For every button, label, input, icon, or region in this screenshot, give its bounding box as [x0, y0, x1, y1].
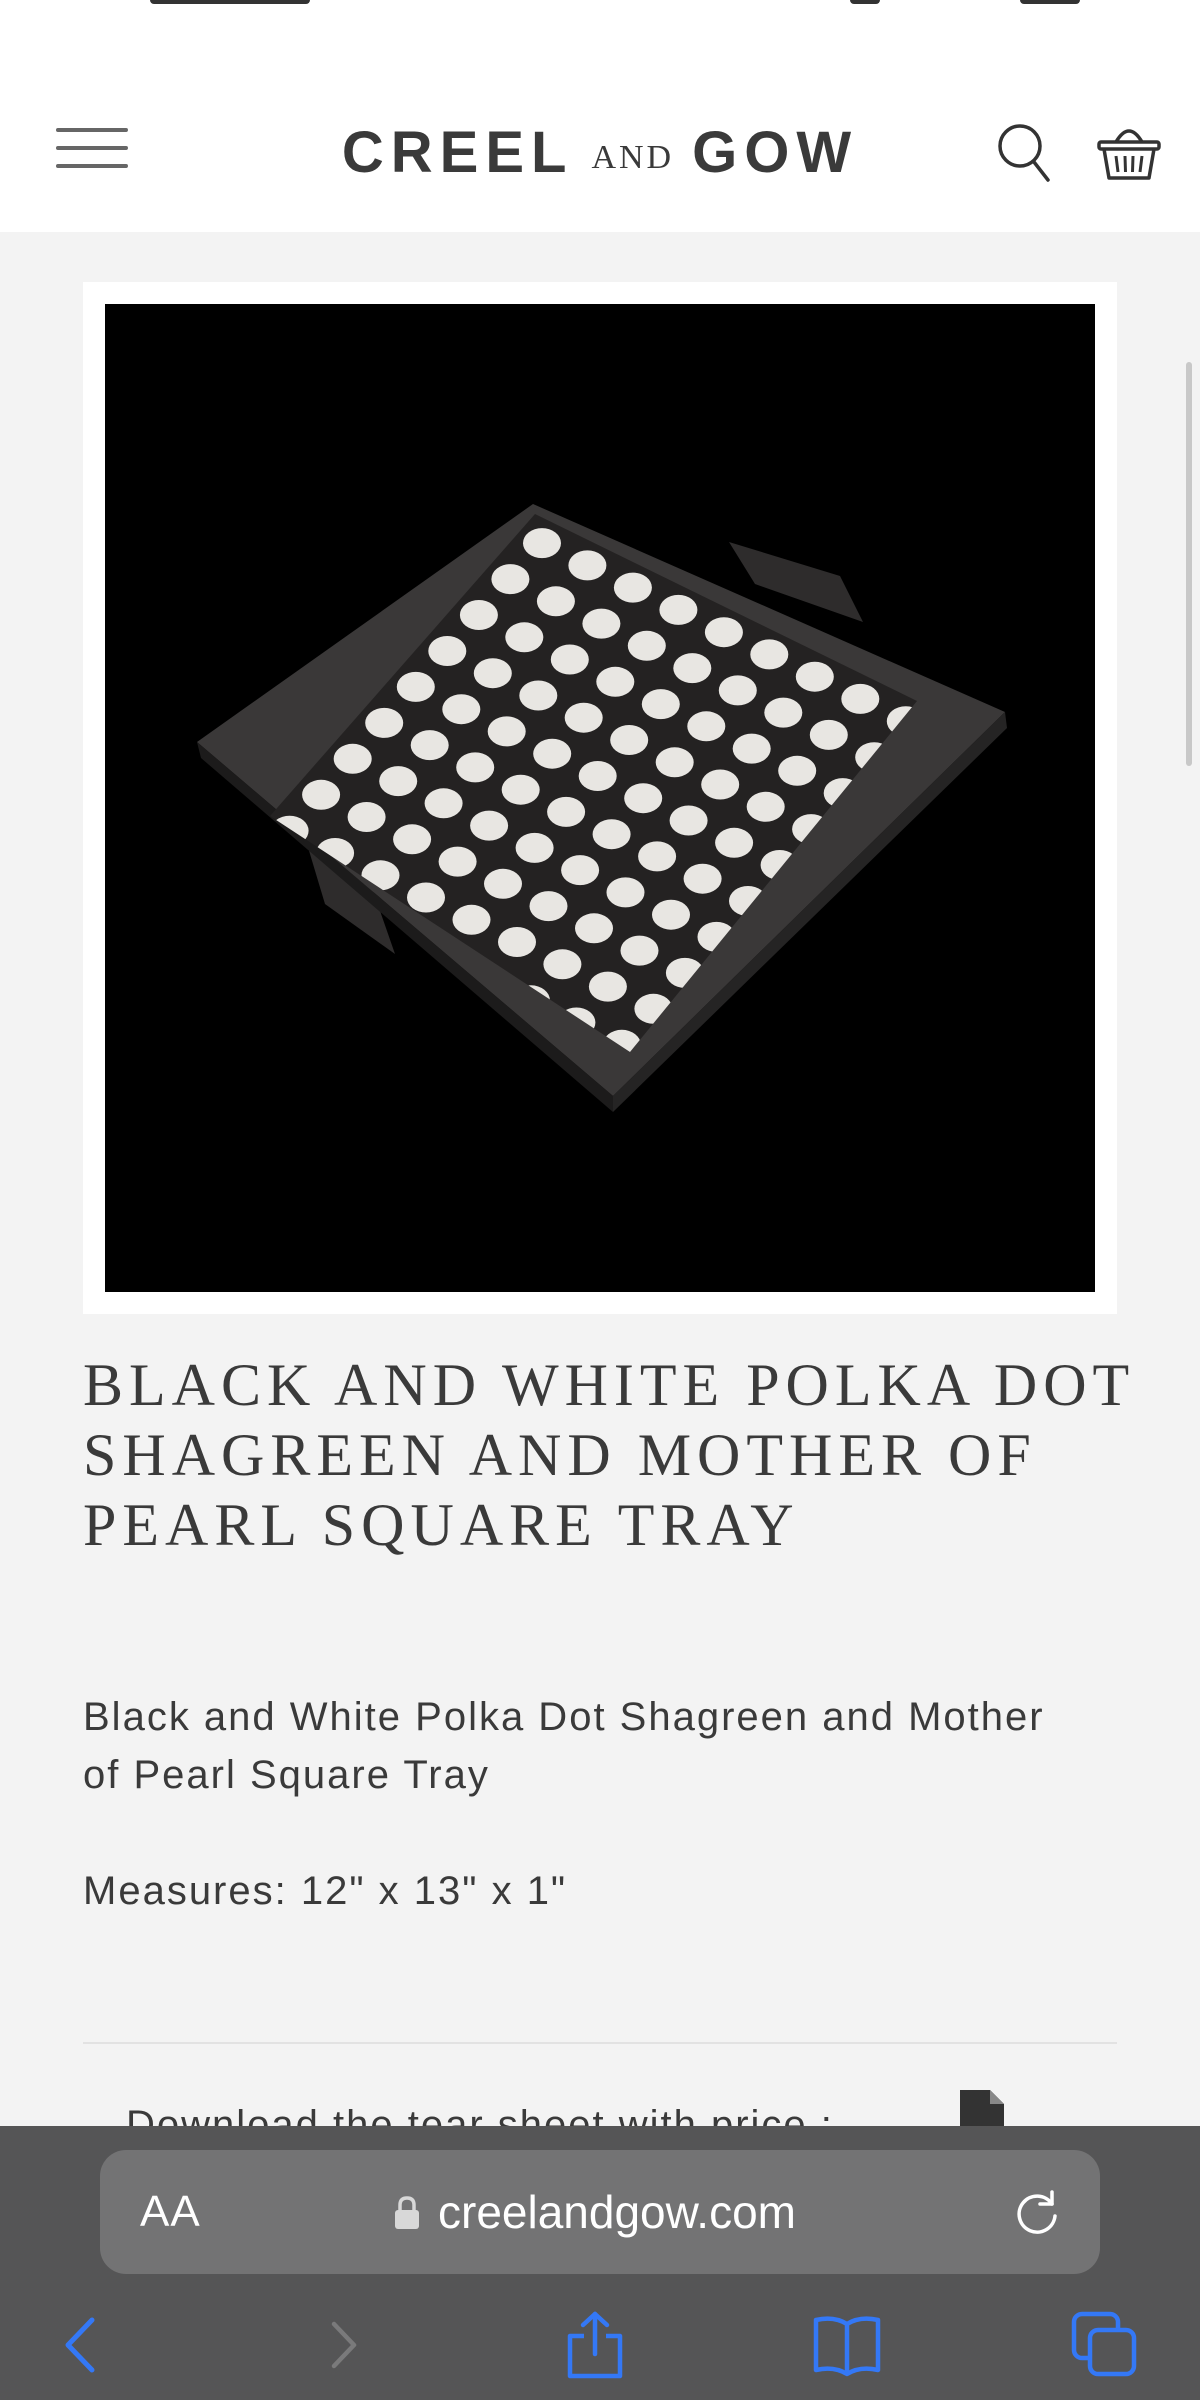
- polka-dot: [704, 617, 743, 648]
- polka-dot: [509, 470, 547, 500]
- polka-dot: [438, 846, 477, 877]
- polka-dot: [452, 904, 491, 935]
- polka-dot: [561, 855, 600, 886]
- polka-dot: [428, 636, 467, 666]
- polka-dot: [365, 707, 404, 738]
- polka-dot: [652, 899, 690, 930]
- polka-dot: [484, 868, 522, 899]
- polka-dot: [687, 711, 726, 742]
- polka-dot: [627, 630, 666, 661]
- polka-dot: [575, 913, 613, 944]
- forward-icon[interactable]: [308, 2310, 378, 2380]
- text-size-button[interactable]: AA: [140, 2184, 201, 2240]
- product-description: Black and White Polka Dot Shagreen and M…: [83, 1695, 1045, 1797]
- polka-dot: [543, 949, 582, 980]
- polka-dot: [270, 851, 277, 882]
- polka-dot: [564, 702, 603, 733]
- search-icon[interactable]: [996, 122, 1052, 184]
- status-bar-remnant: [0, 0, 1200, 14]
- polka-dot: [795, 661, 834, 692]
- scrollbar[interactable]: [1186, 362, 1192, 766]
- polka-dot: [610, 725, 649, 755]
- polka-dot: [194, 829, 232, 859]
- polka-dot: [393, 824, 432, 855]
- polka-dot: [606, 877, 645, 908]
- polka-dot: [456, 752, 495, 783]
- polka-dot: [284, 873, 323, 904]
- polka-dot: [523, 528, 561, 559]
- polka-dot: [718, 675, 757, 706]
- site-header: CREEL AND GOW: [0, 0, 1200, 232]
- polka-dot: [809, 719, 848, 750]
- polka-dot: [333, 743, 372, 774]
- polka-dot: [701, 769, 740, 800]
- polka-dot: [578, 761, 617, 791]
- polka-dot: [347, 802, 386, 832]
- polka-dot: [655, 747, 694, 778]
- polka-dot: [841, 683, 880, 714]
- tabs-icon[interactable]: [1070, 2310, 1140, 2380]
- polka-dot: [501, 774, 540, 805]
- url-text[interactable]: creelandgow.com: [438, 2184, 796, 2240]
- bookmarks-icon[interactable]: [812, 2310, 882, 2380]
- polka-dot: [746, 791, 785, 822]
- polka-dot: [620, 935, 659, 966]
- polka-dot: [442, 694, 481, 725]
- polka-dot: [459, 600, 498, 630]
- polka-dot: [470, 810, 509, 841]
- polka-dot: [638, 841, 677, 872]
- back-icon[interactable]: [48, 2310, 118, 2380]
- lock-icon: [394, 2196, 420, 2230]
- polka-dot: [424, 788, 463, 819]
- polka-dot: [624, 783, 663, 814]
- polka-dot: [487, 716, 526, 747]
- polka-dot: [498, 927, 536, 957]
- polka-dot: [410, 730, 449, 761]
- logo-word-and: AND: [591, 139, 675, 176]
- polka-dot: [473, 658, 512, 689]
- polka-dot: [396, 671, 435, 702]
- polka-dot: [491, 564, 530, 595]
- polka-dot: [750, 639, 789, 670]
- logo-word-creel: CREEL: [341, 120, 574, 185]
- reload-icon[interactable]: [1012, 2188, 1062, 2238]
- polka-dot: [778, 755, 817, 786]
- product-image-frame: [83, 282, 1117, 1314]
- polka-dot: [582, 608, 621, 639]
- share-icon[interactable]: [560, 2310, 630, 2380]
- polka-dot: [669, 805, 708, 836]
- polka-dot: [547, 796, 586, 827]
- product-image[interactable]: [105, 304, 1095, 1292]
- polka-dot: [529, 891, 568, 922]
- polka-dot: [515, 832, 554, 863]
- polka-dot: [568, 550, 607, 581]
- polka-dot: [613, 572, 652, 603]
- polka-dot: [519, 680, 558, 711]
- logo-word-gow: GOW: [692, 120, 859, 185]
- product-measures: Measures: 12" x 13" x 1": [83, 1869, 568, 1913]
- polka-dot: [533, 738, 572, 769]
- polka-dot: [659, 594, 698, 625]
- polka-dot: [673, 653, 712, 684]
- polka-dot: [302, 779, 341, 810]
- polka-dot: [764, 697, 803, 728]
- product-title: BLACK AND WHITE POLKA DOT SHAGREEN AND M…: [83, 1352, 1135, 1558]
- polka-dot: [596, 666, 635, 697]
- polka-dot: [588, 971, 627, 1002]
- polka-dot: [505, 622, 544, 653]
- polka-dot: [641, 689, 680, 720]
- polka-dot: [379, 766, 418, 797]
- polka-dot: [550, 644, 589, 675]
- polka-dot: [536, 586, 575, 617]
- polka-dot: [407, 882, 445, 913]
- polka-dot: [683, 863, 722, 894]
- polka-dot: [732, 733, 771, 764]
- divider: [83, 2042, 1117, 2044]
- polka-dot: [715, 827, 754, 858]
- polka-dot: [592, 819, 631, 850]
- basket-icon[interactable]: [1096, 118, 1162, 184]
